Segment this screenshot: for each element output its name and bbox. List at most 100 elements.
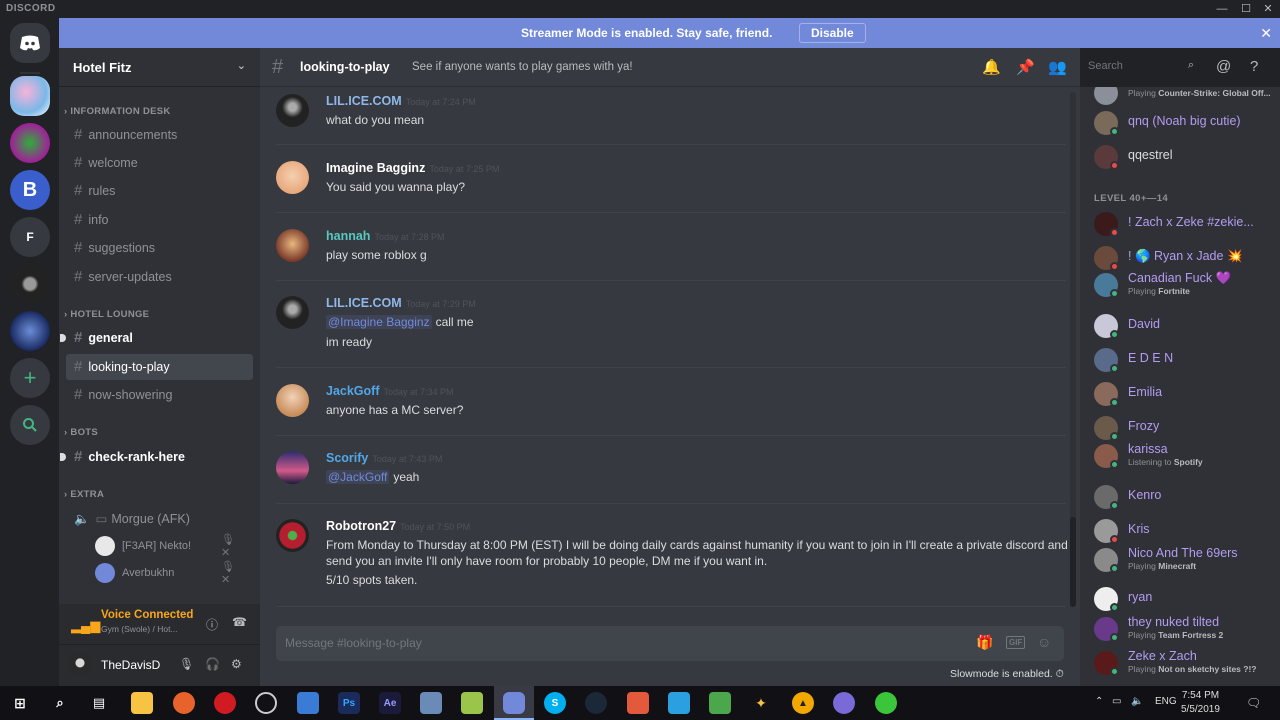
- channel-topic[interactable]: See if anyone wants to play games with y…: [412, 61, 633, 73]
- app-icon[interactable]: [297, 692, 319, 714]
- channel-rules[interactable]: # rules: [66, 178, 253, 204]
- channel-suggestions[interactable]: # suggestions: [66, 235, 253, 261]
- voice-channel-path[interactable]: Gym (Swole) / Hot...: [101, 624, 178, 634]
- app-icon[interactable]: ✦: [750, 692, 772, 714]
- server-header[interactable]: Hotel Fitz ⌄: [59, 48, 260, 87]
- guild-icon-blue[interactable]: [10, 311, 50, 351]
- scrollbar-thumb[interactable]: [1070, 517, 1076, 607]
- category-hotel-lounge[interactable]: › HOTEL LOUNGE: [64, 309, 149, 320]
- volume-icon[interactable]: 🔈: [1131, 696, 1143, 707]
- voice-user[interactable]: Averbukhn 🎙✕: [95, 561, 235, 586]
- minimize-button[interactable]: —: [1210, 1, 1234, 17]
- info-icon[interactable]: ⓘ: [206, 616, 218, 633]
- close-banner-icon[interactable]: ✕: [1260, 25, 1272, 42]
- disconnect-icon[interactable]: ☎: [232, 615, 247, 629]
- help-icon[interactable]: ?: [1250, 58, 1258, 75]
- mentions-icon[interactable]: @: [1216, 58, 1231, 75]
- explore-servers-button[interactable]: [10, 405, 50, 445]
- member-name: David: [1128, 317, 1160, 331]
- search-input[interactable]: Search ⌕: [1082, 57, 1200, 77]
- photoshop-icon[interactable]: Ps: [338, 692, 360, 714]
- gif-button[interactable]: GIF: [1006, 636, 1026, 649]
- channel-announcements[interactable]: # announcements: [66, 122, 253, 148]
- message[interactable]: Robotron27 Today at 7:50 PM From Monday t…: [260, 519, 1070, 589]
- emoji-icon[interactable]: ☺: [1037, 634, 1051, 650]
- task-view-icon[interactable]: ▤: [88, 692, 110, 714]
- disable-streamer-button[interactable]: Disable: [799, 23, 866, 43]
- obs-icon[interactable]: [255, 692, 277, 714]
- mention[interactable]: @JackGoff: [326, 470, 390, 484]
- category-extra[interactable]: › EXTRA: [64, 489, 104, 500]
- voice-channel-morgue[interactable]: 🔈 ▭ Morgue (AFK): [66, 505, 253, 531]
- opera-icon[interactable]: [214, 692, 236, 714]
- gift-icon[interactable]: 🎁: [976, 634, 993, 651]
- steam-icon[interactable]: [585, 692, 607, 714]
- channel-now-showering[interactable]: # now-showering: [66, 382, 253, 408]
- member-name: ! 🌎 Ryan x Jade 💥: [1128, 249, 1243, 263]
- guild-icon-hotel-fitz[interactable]: [10, 76, 50, 116]
- headphones-icon[interactable]: 🎧: [205, 657, 220, 671]
- guild-icon-leaf[interactable]: [10, 123, 50, 163]
- message[interactable]: Scorify Today at 7:43 PM @JackGoff yeah: [260, 451, 1070, 491]
- discord-taskbar-icon[interactable]: [503, 692, 525, 714]
- search-icon[interactable]: ⌕: [49, 692, 71, 714]
- firefox-icon[interactable]: [173, 692, 195, 714]
- network-icon[interactable]: ▭: [1112, 696, 1121, 707]
- message[interactable]: LIL.ICE.COM Today at 7:24 PM what do you …: [260, 94, 1070, 134]
- app-icon[interactable]: [709, 692, 731, 714]
- microphone-icon[interactable]: 🎙: [179, 657, 194, 671]
- file-explorer-icon[interactable]: [131, 692, 153, 714]
- app-icon[interactable]: [420, 692, 442, 714]
- app-icon[interactable]: [833, 692, 855, 714]
- app-icon[interactable]: [875, 692, 897, 714]
- windows-taskbar: ⊞ ⌕ ▤ Ps Ae S ✦ ▲ ⌃ ▭ 🔈 ENG 7:54 PM 5/5/2…: [0, 686, 1280, 720]
- taskbar-clock[interactable]: 7:54 PM 5/5/2019: [1181, 689, 1220, 717]
- message[interactable]: hannah Today at 7:28 PM play some roblox …: [260, 229, 1070, 269]
- notifications-icon[interactable]: 🗨: [1246, 696, 1261, 710]
- gear-icon[interactable]: ⚙: [231, 657, 242, 671]
- message-placeholder[interactable]: Message #looking-to-play: [285, 636, 422, 650]
- message-input[interactable]: Message #looking-to-play 🎁 GIF ☺: [276, 626, 1064, 661]
- guild-icon-b[interactable]: B: [10, 170, 50, 210]
- avatar: [276, 451, 309, 484]
- message[interactable]: JackGoff Today at 7:34 PM anyone has a MC…: [260, 384, 1070, 424]
- message[interactable]: Imagine Bagginz Today at 7:25 PM You said…: [260, 161, 1070, 201]
- app-icon[interactable]: [627, 692, 649, 714]
- status-dot: [1110, 262, 1119, 271]
- channel-server-updates[interactable]: # server-updates: [66, 264, 253, 290]
- channel-welcome[interactable]: # welcome: [66, 150, 253, 176]
- channel-looking-to-play[interactable]: # looking-to-play: [66, 354, 253, 380]
- pin-icon[interactable]: 📌: [1016, 58, 1035, 76]
- mention[interactable]: @Imagine Bagginz: [326, 315, 432, 329]
- app-icon[interactable]: [668, 692, 690, 714]
- members-icon[interactable]: 👥: [1048, 58, 1067, 76]
- voice-user[interactable]: [F3AR] Nekto! 🎙✕: [95, 534, 235, 559]
- maximize-button[interactable]: ☐: [1234, 1, 1258, 17]
- add-server-button[interactable]: +: [10, 358, 50, 398]
- language-indicator[interactable]: ENG: [1155, 696, 1177, 707]
- message[interactable]: LIL.ICE.COM Today at 7:29 PM @Imagine Bag…: [260, 296, 1070, 356]
- voice-connected-label[interactable]: Voice Connected: [101, 609, 193, 621]
- after-effects-icon[interactable]: Ae: [379, 692, 401, 714]
- member-name: Nico And The 69ers: [1128, 546, 1238, 560]
- fl-studio-icon[interactable]: [461, 692, 483, 714]
- guild-icon-f[interactable]: F: [10, 217, 50, 257]
- channel-check-rank-here[interactable]: # check-rank-here: [60, 444, 253, 470]
- skype-icon[interactable]: S: [544, 692, 566, 714]
- category-information-desk[interactable]: › INFORMATION DESK: [64, 106, 171, 117]
- message-author: JackGoff Today at 7:34 PM: [326, 384, 454, 398]
- channel-info[interactable]: # info: [66, 207, 253, 233]
- avatar[interactable]: [69, 653, 91, 675]
- channel-general[interactable]: # general: [60, 325, 253, 351]
- guild-icon-dark[interactable]: [10, 264, 50, 304]
- divider: [276, 280, 1066, 281]
- tray-chevron-icon[interactable]: ⌃: [1095, 696, 1103, 707]
- home-button[interactable]: [10, 23, 50, 63]
- app-icon[interactable]: ▲: [792, 692, 814, 714]
- mute-deafen-icons: 🎙✕: [221, 561, 241, 586]
- stopwatch-icon: ⏱: [1055, 668, 1064, 680]
- category-bots[interactable]: › BOTS: [64, 427, 98, 438]
- bell-icon[interactable]: 🔔: [982, 58, 1001, 76]
- close-window-button[interactable]: ✕: [1256, 1, 1280, 17]
- windows-start-icon[interactable]: ⊞: [9, 692, 31, 714]
